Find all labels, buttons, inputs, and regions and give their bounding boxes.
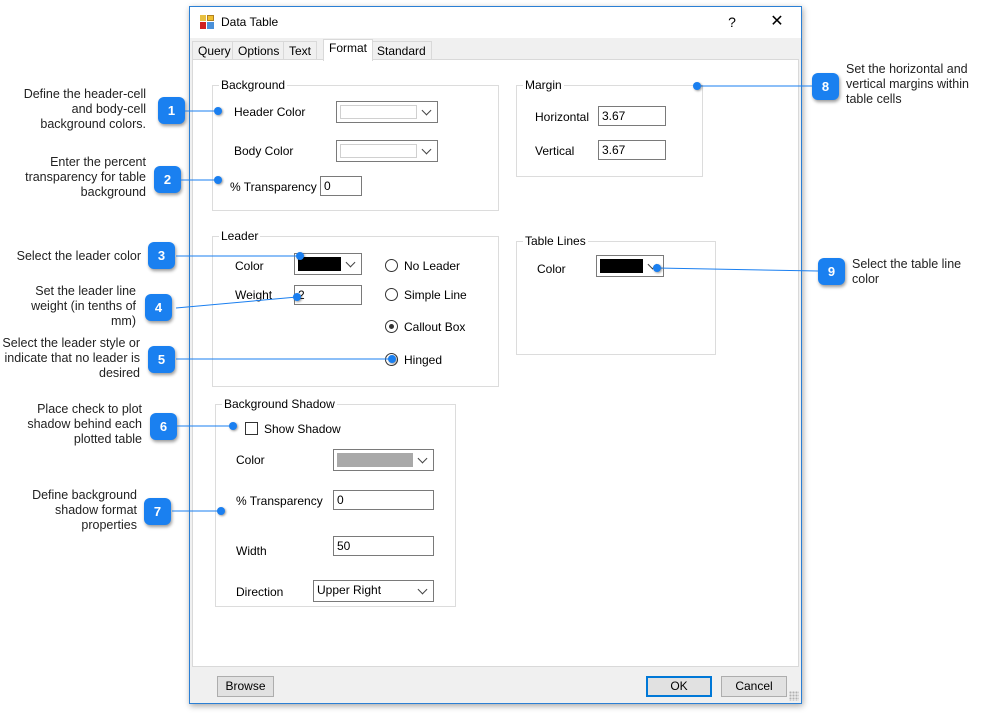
shadow-transparency-input[interactable]: 0 — [333, 490, 434, 510]
transparency-label: % Transparency — [230, 180, 317, 194]
radio-callout-box[interactable] — [385, 320, 398, 333]
table-lines-group-label: Table Lines — [523, 234, 588, 248]
shadow-width-label: Width — [236, 544, 267, 558]
header-color-label: Header Color — [234, 105, 306, 119]
chevron-down-icon — [421, 144, 433, 158]
annotation-badge-5: 5 — [148, 346, 175, 373]
resize-grip[interactable] — [789, 691, 799, 701]
leader-color-select[interactable] — [294, 253, 362, 275]
chevron-down-icon — [417, 453, 429, 467]
annotation-badge-6: 6 — [150, 413, 177, 440]
tab-query[interactable]: Query — [192, 41, 237, 60]
leader-color-swatch — [298, 257, 341, 271]
header-color-select[interactable] — [336, 101, 438, 123]
show-shadow-label: Show Shadow — [264, 422, 341, 436]
leader-weight-input[interactable]: 2 — [294, 285, 362, 305]
annotation-text-9: Select the table line color — [852, 257, 962, 286]
tab-text[interactable]: Text — [283, 41, 318, 60]
background-shadow-group: Background Shadow Show Shadow Color % Tr… — [215, 397, 456, 607]
body-color-select[interactable] — [336, 140, 438, 162]
annotation-dot-2 — [214, 176, 222, 184]
annotation-dot-7 — [217, 507, 225, 515]
tab-standard[interactable]: Standard — [371, 41, 432, 60]
horizontal-margin-label: Horizontal — [535, 110, 590, 124]
chevron-down-icon — [417, 584, 429, 598]
annotation-text-2: Enter the percent transparency for table… — [25, 155, 146, 199]
callout-box-label: Callout Box — [404, 320, 466, 334]
horizontal-margin-input[interactable]: 3.67 — [598, 106, 666, 126]
tab-format[interactable]: Format — [323, 39, 374, 61]
data-table-dialog: Data Table ? ✕ Query Options Text Format… — [189, 6, 802, 704]
annotation-dot-5 — [388, 355, 396, 363]
show-shadow-checkbox[interactable] — [245, 422, 258, 435]
annotation-badge-1: 1 — [158, 97, 185, 124]
annotation-badge-4: 4 — [145, 294, 172, 321]
title-bar: Data Table ? ✕ — [190, 7, 801, 38]
annotation-badge-7: 7 — [144, 498, 171, 525]
shadow-color-label: Color — [236, 453, 265, 467]
annotation-badge-9: 9 — [818, 258, 845, 285]
chevron-down-icon — [421, 105, 433, 119]
cancel-button[interactable]: Cancel — [721, 676, 787, 697]
leader-weight-label: Weight — [235, 288, 273, 302]
annotation-text-5: Select the leader style or indicate that… — [2, 336, 140, 380]
tab-options[interactable]: Options — [232, 41, 286, 60]
annotation-dot-4 — [293, 293, 301, 301]
shadow-direction-value: Upper Right — [317, 583, 382, 597]
table-lines-group: Table Lines Color — [516, 234, 716, 355]
shadow-color-swatch — [337, 453, 413, 467]
shadow-transparency-label: % Transparency — [236, 494, 323, 508]
annotation-dot-1 — [214, 107, 222, 115]
margin-group-label: Margin — [523, 78, 564, 92]
leader-color-label: Color — [235, 259, 264, 273]
hinged-label: Hinged — [404, 353, 443, 367]
header-color-swatch — [340, 105, 417, 119]
background-group: Background Header Color Body Color % Tra… — [212, 78, 499, 211]
shadow-color-select[interactable] — [333, 449, 434, 471]
annotation-dot-6 — [229, 422, 237, 430]
annotation-badge-8: 8 — [812, 73, 839, 100]
shadow-direction-label: Direction — [236, 585, 284, 599]
annotation-badge-3: 3 — [148, 242, 175, 269]
format-tab-page: Background Header Color Body Color % Tra… — [192, 59, 799, 667]
annotation-text-1: Define the header-cell and body-cell bac… — [23, 87, 146, 131]
shadow-direction-select[interactable]: Upper Right — [313, 580, 434, 602]
annotation-text-6: Place check to plot shadow behind each p… — [27, 402, 142, 446]
close-icon[interactable]: ✕ — [766, 11, 788, 33]
shadow-width-input[interactable]: 50 — [333, 536, 434, 556]
vertical-margin-label: Vertical — [535, 144, 575, 158]
vertical-margin-input[interactable]: 3.67 — [598, 140, 666, 160]
radio-no-leader[interactable] — [385, 259, 398, 272]
ok-button[interactable]: OK — [646, 676, 712, 697]
annotation-dot-3 — [296, 252, 304, 260]
leader-group-label: Leader — [219, 229, 261, 243]
help-button[interactable]: ? — [722, 12, 742, 32]
annotation-text-8: Set the horizontal and vertical margins … — [846, 62, 969, 106]
simple-line-label: Simple Line — [404, 288, 467, 302]
no-leader-label: No Leader — [404, 259, 461, 273]
annotation-badge-2: 2 — [154, 166, 181, 193]
background-shadow-group-label: Background Shadow — [222, 397, 337, 411]
table-lines-color-label: Color — [537, 262, 566, 276]
body-color-swatch — [340, 144, 417, 158]
margin-group: Margin Horizontal 3.67 Vertical 3.67 — [516, 78, 703, 177]
transparency-input[interactable]: 0 — [320, 176, 362, 196]
dialog-title: Data Table — [221, 15, 279, 29]
annotation-text-7: Define background shadow format properti… — [32, 488, 137, 532]
chevron-down-icon — [345, 257, 357, 271]
leader-group: Leader Color Weight 2 No Leader Simple L… — [212, 229, 499, 387]
annotation-dot-9 — [653, 264, 661, 272]
table-lines-color-swatch — [600, 259, 643, 273]
annotation-dot-8 — [693, 82, 701, 90]
background-group-label: Background — [219, 78, 288, 92]
body-color-label: Body Color — [234, 144, 294, 158]
radio-simple-line[interactable] — [385, 288, 398, 301]
browse-button[interactable]: Browse — [217, 676, 274, 697]
app-icon — [200, 15, 214, 29]
annotation-text-3: Select the leader color — [16, 249, 141, 263]
annotation-text-4: Set the leader line weight (in tenths of… — [31, 284, 136, 328]
